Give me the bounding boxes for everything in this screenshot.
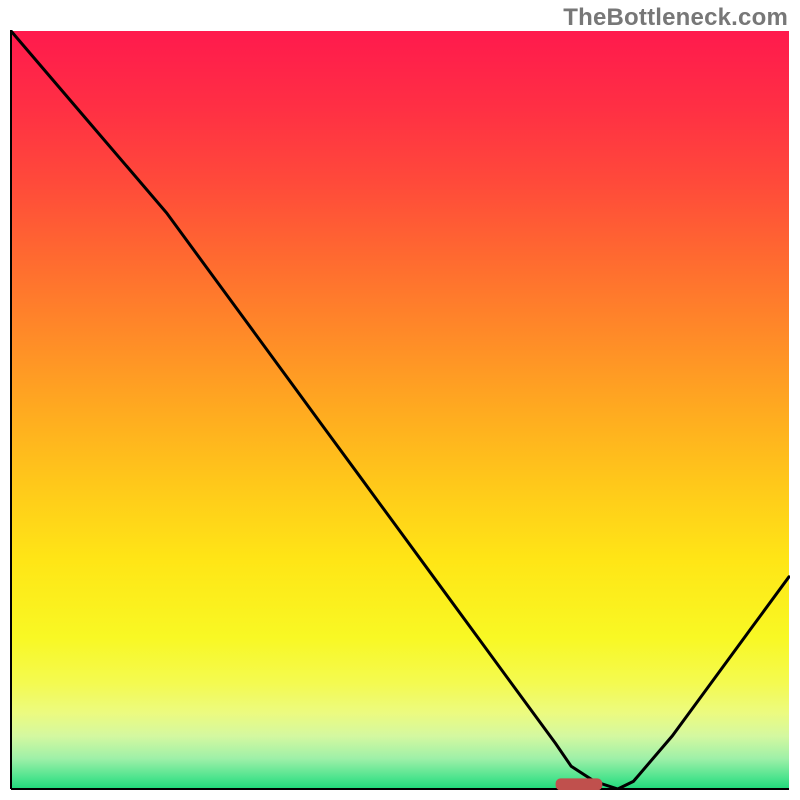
chart-area xyxy=(10,30,790,790)
chart-container: TheBottleneck.com xyxy=(0,0,800,800)
gradient-background xyxy=(11,31,789,789)
bottleneck-chart xyxy=(10,30,790,790)
watermark-text: TheBottleneck.com xyxy=(563,4,788,32)
optimal-marker xyxy=(556,778,603,790)
